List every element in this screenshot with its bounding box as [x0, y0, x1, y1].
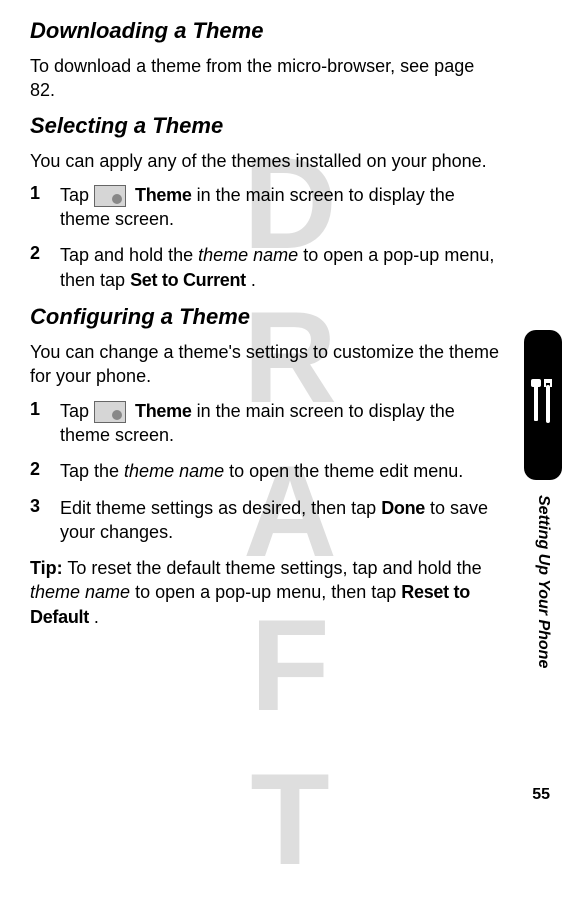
step-text: Edit theme settings as desired, then tap…: [60, 496, 500, 545]
text-part: to open the theme edit menu.: [229, 461, 463, 481]
step-number: 1: [30, 399, 60, 420]
heading-configuring: Configuring a Theme: [30, 304, 500, 330]
text-part: Tap and hold the: [60, 245, 198, 265]
text-part: Edit theme settings as desired, then tap: [60, 498, 381, 518]
body-selecting: You can apply any of the themes installe…: [30, 149, 500, 173]
step-configuring-1: 1 Tap Theme in the main screen to displa…: [30, 399, 500, 448]
text-part: .: [94, 607, 99, 627]
text-part: Tap the: [60, 461, 124, 481]
text-part: to open a pop-up menu, then tap: [135, 582, 401, 602]
done-label: Done: [381, 498, 425, 518]
step-configuring-2: 2 Tap the theme name to open the theme e…: [30, 459, 500, 483]
heading-downloading: Downloading a Theme: [30, 18, 500, 44]
step-configuring-3: 3 Edit theme settings as desired, then t…: [30, 496, 500, 545]
step-selecting-1: 1 Tap Theme in the main screen to displa…: [30, 183, 500, 232]
set-to-current-label: Set to Current: [130, 270, 246, 290]
step-selecting-2: 2 Tap and hold the theme name to open a …: [30, 243, 500, 292]
theme-icon: [94, 185, 126, 207]
theme-label: Theme: [135, 185, 192, 205]
heading-selecting: Selecting a Theme: [30, 113, 500, 139]
step-text: Tap the theme name to open the theme edi…: [60, 459, 500, 483]
tip-label: Tip:: [30, 558, 63, 578]
text-part: Tap: [60, 185, 94, 205]
step-number: 3: [30, 496, 60, 517]
side-label-text: Setting Up Your Phone: [534, 495, 552, 668]
step-text: Tap Theme in the main screen to display …: [60, 399, 500, 448]
text-part: To reset the default theme settings, tap…: [67, 558, 481, 578]
theme-label: Theme: [135, 401, 192, 421]
theme-name-var: theme name: [30, 582, 130, 602]
theme-name-var: theme name: [124, 461, 224, 481]
text-part: .: [251, 270, 256, 290]
tools-icon: [530, 375, 556, 435]
side-tab-settings-icon: [524, 330, 562, 480]
text-part: Tap: [60, 401, 94, 421]
theme-name-var: theme name: [198, 245, 298, 265]
step-text: Tap Theme in the main screen to display …: [60, 183, 500, 232]
step-number: 2: [30, 243, 60, 264]
page-content: Downloading a Theme To download a theme …: [0, 0, 540, 629]
steps-selecting: 1 Tap Theme in the main screen to displa…: [30, 183, 500, 292]
step-number: 1: [30, 183, 60, 204]
body-downloading: To download a theme from the micro-brows…: [30, 54, 500, 103]
page-number: 55: [532, 786, 550, 804]
theme-icon: [94, 401, 126, 423]
side-label-container: Setting Up Your Phone: [524, 495, 562, 775]
steps-configuring: 1 Tap Theme in the main screen to displa…: [30, 399, 500, 544]
step-number: 2: [30, 459, 60, 480]
step-text: Tap and hold the theme name to open a po…: [60, 243, 500, 292]
tip-paragraph: Tip: To reset the default theme settings…: [30, 556, 500, 629]
body-configuring: You can change a theme's settings to cus…: [30, 340, 500, 389]
